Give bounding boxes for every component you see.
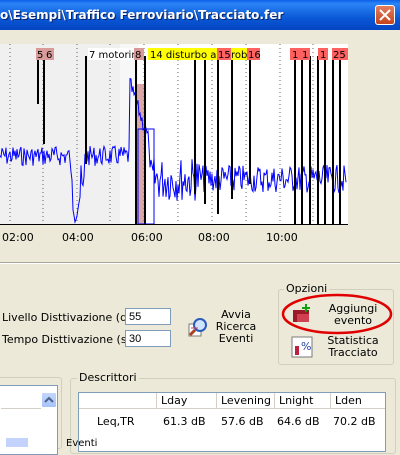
table-cell-levening: 57.6 dB <box>221 415 264 428</box>
livello-label: Livello Disttivazione (dB) <box>2 311 139 324</box>
table-cell-lden: 70.2 dB <box>333 415 376 428</box>
event-label: 1 <box>292 50 298 61</box>
eventi-label: Eventi <box>218 332 254 345</box>
table-header[interactable]: Levening <box>217 393 275 409</box>
table-cell-lnight: 64.6 dB <box>277 415 320 428</box>
event-label: 1 <box>320 50 326 61</box>
highlight-ellipse <box>281 293 393 335</box>
avvia-ricerca-button[interactable]: Avvia Ricerca Eventi <box>186 308 258 350</box>
event-label: 7 motorin <box>89 50 138 61</box>
event-label: 16 <box>248 50 261 61</box>
statistica-tracciato-button[interactable]: % Statistica Tracciato <box>287 332 389 362</box>
event-label: 1 <box>302 50 308 61</box>
bottom-partial-label: Eventi <box>66 438 98 449</box>
event-label: 14 disturbo au <box>150 50 223 61</box>
close-icon <box>379 9 391 21</box>
event-label: rob <box>231 50 247 61</box>
livello-input[interactable] <box>125 308 171 325</box>
event-label: 15 <box>218 50 231 61</box>
x-tick-label: 02:00 <box>2 231 34 244</box>
event-label: 5 <box>37 50 43 61</box>
svg-text:%: % <box>301 340 311 353</box>
list-row-divider <box>1 408 41 409</box>
table-header-blank <box>79 393 157 409</box>
table-header[interactable]: Lden <box>331 393 385 409</box>
table-header[interactable]: Lnight <box>275 393 331 409</box>
tempo-label: Tempo Disttivazione (s) <box>2 333 131 346</box>
table-cell-name: Leq,TR <box>97 415 135 428</box>
tracciato-label: Tracciato <box>328 346 378 359</box>
descrittori-table[interactable]: Lday Levening Lnight Lden Leq,TR 61.3 dB… <box>78 392 386 452</box>
x-tick-label: 10:00 <box>266 231 298 244</box>
window-title: o\Esempi\Traffico Ferroviario\Tracciato.… <box>0 8 284 22</box>
shaded-region <box>0 44 120 224</box>
close-button[interactable] <box>375 5 395 25</box>
chevron-up-icon <box>44 396 54 403</box>
noise-trace-plot: 5 6 7 motorin 8 14 disturbo au 15 rob 16… <box>0 44 348 224</box>
x-tick-label: 08:00 <box>198 231 230 244</box>
scroll-track[interactable] <box>6 438 28 447</box>
descrittori-group-label: Descrittori <box>77 371 139 384</box>
x-tick-label: 04:00 <box>62 231 94 244</box>
tempo-input[interactable] <box>125 330 171 347</box>
x-axis <box>0 224 348 229</box>
event-label: 6 <box>46 50 52 61</box>
x-tick-label: 06:00 <box>131 231 163 244</box>
table-cell-lday: 61.3 dB <box>163 415 206 428</box>
magnifier-icon <box>188 318 207 337</box>
scroll-up-button[interactable] <box>41 392 57 408</box>
table-header[interactable]: Lday <box>157 393 217 409</box>
event-label: 8 <box>135 50 141 61</box>
statistics-icon: % <box>291 336 313 358</box>
title-bar: o\Esempi\Traffico Ferroviario\Tracciato.… <box>0 0 400 30</box>
plot-area[interactable]: 5 6 7 motorin 8 14 disturbo au 15 rob 16… <box>0 44 348 224</box>
separator <box>0 262 400 264</box>
event-label: 25 <box>333 50 346 61</box>
